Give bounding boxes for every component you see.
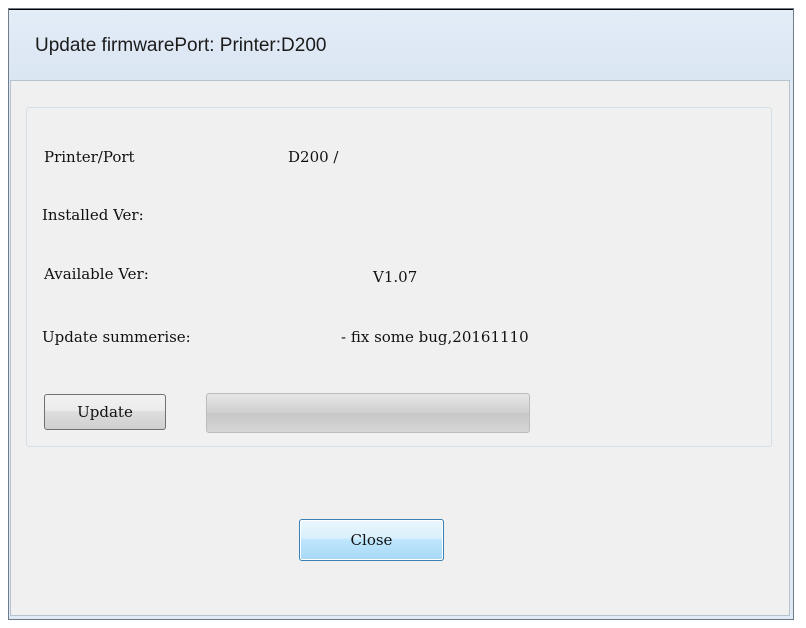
installed-version-label: Installed Ver: <box>42 206 144 224</box>
available-version-label: Available Ver: <box>44 265 149 283</box>
update-summary-value: - fix some bug,20161110 <box>341 328 529 346</box>
close-button[interactable]: Close <box>299 519 444 561</box>
window-title: Update firmwarePort: Printer:D200 <box>35 35 327 56</box>
title-bar: Update firmwarePort: Printer:D200 <box>9 9 793 81</box>
update-progress-bar <box>206 393 530 433</box>
update-button[interactable]: Update <box>44 394 166 430</box>
window-top-border <box>9 9 793 10</box>
printer-port-value: D200 / <box>288 148 339 166</box>
printer-port-label: Printer/Port <box>44 148 135 166</box>
available-version-value: V1.07 <box>373 268 418 286</box>
update-summary-label: Update summerise: <box>42 328 191 346</box>
